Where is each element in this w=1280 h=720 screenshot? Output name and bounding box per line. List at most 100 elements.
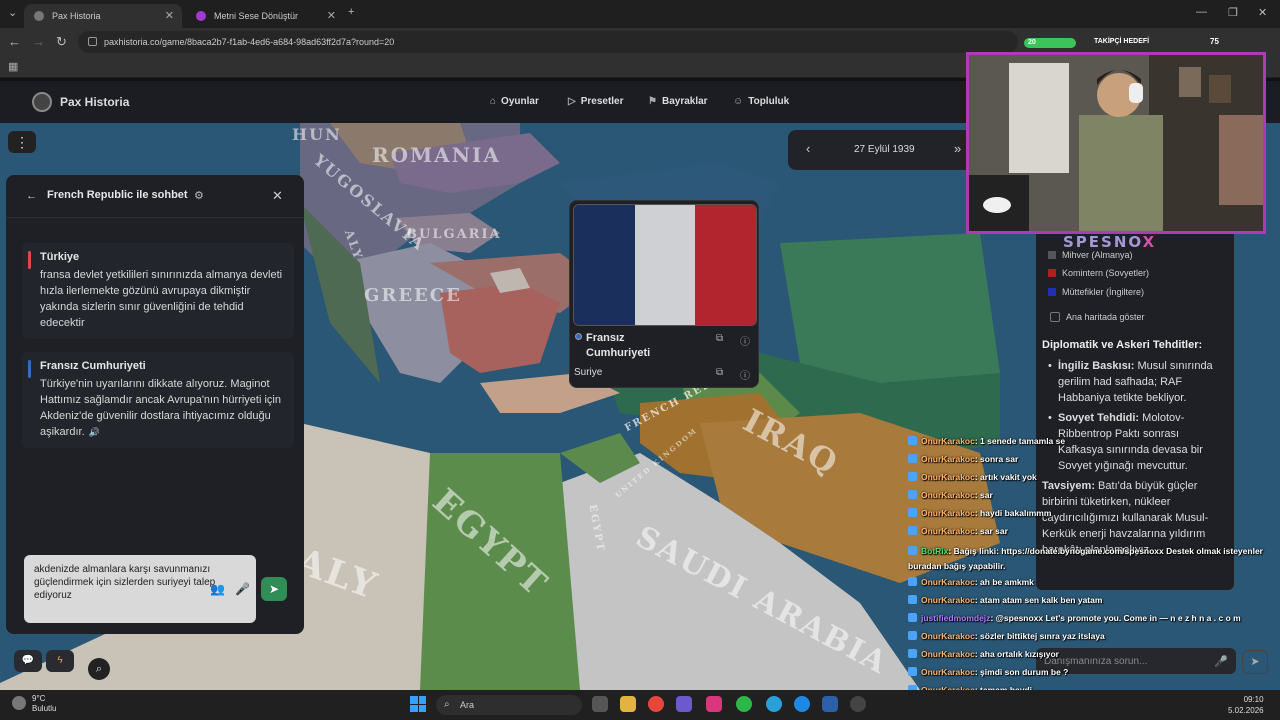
file-explorer-icon[interactable] [620, 696, 636, 712]
threat-item: • Sovyet Tehdidi: Molotov-Ribbentrop Pakt… [1048, 410, 1226, 474]
chat-line: OnurKarakoc: sar [908, 490, 993, 500]
send-button[interactable]: ➤ [261, 577, 287, 601]
browser-tab-pax-historia[interactable]: Pax Historia ✕ [24, 4, 182, 28]
url-text: paxhistoria.co/game/8baca2b7-f1ab-4ed6-a… [104, 37, 395, 47]
tab-search-icon[interactable]: ⌄ [8, 6, 17, 19]
system-clock[interactable]: 09:10 5.02.2026 [1228, 694, 1264, 716]
threat-heading: İngiliz Baskısı: [1058, 360, 1135, 372]
nav-oyunlar[interactable]: ⌂ Oyunlar [490, 96, 539, 107]
show-on-map-label: Ana haritada göster [1066, 312, 1145, 322]
weather-widget[interactable]: 9°C Bulutlu [12, 694, 56, 714]
chat-title: French Republic ile sohbet [47, 189, 188, 201]
chat-message: : haydi bakalımmm [974, 508, 1052, 518]
windows-start-icon[interactable] [410, 696, 426, 712]
info-icon[interactable]: ⓘ [740, 333, 750, 348]
chat-username: OnurKarakoc [921, 649, 975, 659]
new-tab-icon[interactable]: + [348, 6, 354, 18]
legend-item-allies: Müttefikler (İngiltere) [1048, 287, 1144, 297]
chat-message: : sözler bittiktej sınra yaz itslaya [974, 631, 1105, 641]
show-on-map-checkbox[interactable] [1050, 312, 1060, 322]
threat-item: • İngiliz Baskısı: Musul sınırında gerili… [1048, 358, 1226, 406]
chat-line: OnurKarakoc: atam atam sen kalk ben yata… [908, 595, 1102, 605]
chat-message: : aha ortalık kızışıyor [974, 649, 1059, 659]
nav-label: Presetler [580, 96, 624, 107]
browser-tab-tts[interactable]: Metni Sese Dönüştür ✕ [186, 4, 344, 28]
brand-name[interactable]: Pax Historia [60, 95, 129, 109]
whatsapp-icon[interactable] [736, 696, 752, 712]
gear-icon[interactable]: ⚙ [194, 189, 204, 202]
address-bar[interactable]: paxhistoria.co/game/8baca2b7-f1ab-4ed6-a… [78, 31, 1018, 53]
nav-topluluk[interactable]: ☺ Topluluk [733, 96, 789, 107]
speaker-icon[interactable]: 🔊 [89, 427, 100, 437]
telegram-icon[interactable] [766, 696, 782, 712]
app-icon[interactable] [676, 696, 692, 712]
kebab-menu-icon[interactable]: ⋮ [8, 131, 36, 153]
next-date-icon[interactable]: » [954, 141, 961, 156]
people-icon[interactable]: 👥 [210, 582, 225, 596]
task-view-icon[interactable] [592, 696, 608, 712]
legend-swatch [1048, 251, 1056, 259]
threats-list: • İngiliz Baskısı: Musul sınırında gerili… [1042, 358, 1226, 562]
forward-arrow-icon[interactable]: → [32, 34, 45, 49]
chat-username: OnurKarakoc [921, 667, 975, 677]
edge-icon[interactable] [794, 696, 810, 712]
chat-username: OnurKarakoc [921, 595, 975, 605]
advisor-send-button[interactable]: ➤ [1242, 650, 1268, 674]
copy-icon[interactable]: ⧉ [716, 367, 723, 378]
close-icon[interactable]: ✕ [272, 188, 283, 204]
maximize-icon[interactable]: ❐ [1228, 6, 1238, 19]
browser-tab-strip: ⌄ Pax Historia ✕ Metni Sese Dönüştür ✕ +… [0, 0, 1280, 28]
pax-historia-logo-icon[interactable] [32, 92, 52, 112]
chat-badge-icon [908, 649, 917, 658]
region-name: Suriye [574, 367, 603, 378]
copy-icon[interactable]: ⧉ [716, 333, 723, 344]
advice-heading: Tavsiyem: [1042, 480, 1095, 492]
gamepad-icon: ⌂ [490, 96, 497, 107]
site-info-icon[interactable] [88, 37, 97, 46]
screen: ⌄ Pax Historia ✕ Metni Sese Dönüştür ✕ +… [0, 0, 1280, 720]
microphone-icon[interactable]: 🎤 [235, 582, 250, 596]
back-arrow-icon[interactable]: ← [26, 190, 37, 202]
nav-bayraklar[interactable]: ⚑ Bayraklar [648, 96, 708, 107]
message-sender: Fransız Cumhuriyeti [40, 360, 146, 372]
windows-taskbar [0, 690, 1280, 720]
nav-label: Topluluk [748, 96, 790, 107]
weather-text: Bulutlu [32, 704, 57, 713]
obs-icon[interactable] [850, 696, 866, 712]
chat-username: BotRix [921, 546, 949, 556]
close-tab-icon[interactable]: ✕ [327, 9, 336, 22]
chat-badge-icon [908, 508, 917, 517]
chrome-icon[interactable] [648, 696, 664, 712]
brand-text: SPESNO [1063, 233, 1143, 251]
microphone-icon[interactable]: 🎤 [1214, 655, 1228, 668]
chat-line: OnurKarakoc: haydi bakalımmm [908, 508, 1051, 518]
chat-bubble-button[interactable]: 💬 [14, 650, 42, 672]
chat-badge-icon [908, 436, 917, 445]
taskbar-search[interactable]: ⌕ Ara [436, 695, 582, 715]
flag-stripe-blue [574, 205, 635, 325]
sender-color-bar [28, 251, 31, 269]
reload-icon[interactable]: ↻ [56, 34, 67, 50]
flag-stripe-white [634, 205, 696, 325]
instagram-icon[interactable] [706, 696, 722, 712]
xp-level: 20 [1028, 39, 1036, 46]
close-tab-icon[interactable]: ✕ [165, 9, 174, 22]
threat-heading: Sovyet Tehdidi: [1058, 412, 1140, 424]
search-icon[interactable]: ⌕ [88, 658, 110, 680]
minimize-icon[interactable]: — [1196, 6, 1207, 18]
map-label-greece: GREECE [364, 285, 462, 306]
nav-presetler[interactable]: ▷ Presetler [568, 96, 624, 107]
clock-date: 5.02.2026 [1228, 706, 1264, 715]
app-icon[interactable] [822, 696, 838, 712]
back-arrow-icon[interactable]: ← [8, 34, 21, 49]
previous-date-icon[interactable]: ‹ [806, 141, 810, 156]
apps-grid-icon[interactable]: ▦ [8, 60, 18, 73]
window-close-icon[interactable]: ✕ [1258, 6, 1267, 19]
chat-username: OnurKarakoc [921, 508, 975, 518]
divider [6, 217, 304, 218]
info-icon[interactable]: ⓘ [740, 367, 750, 382]
lightning-button[interactable]: ϟ [46, 650, 74, 672]
legend-item-axis: Mihver (Almanya) [1048, 250, 1133, 260]
chat-line: OnurKarakoc: aha ortalık kızışıyor [908, 649, 1059, 659]
play-icon: ▷ [568, 96, 576, 107]
